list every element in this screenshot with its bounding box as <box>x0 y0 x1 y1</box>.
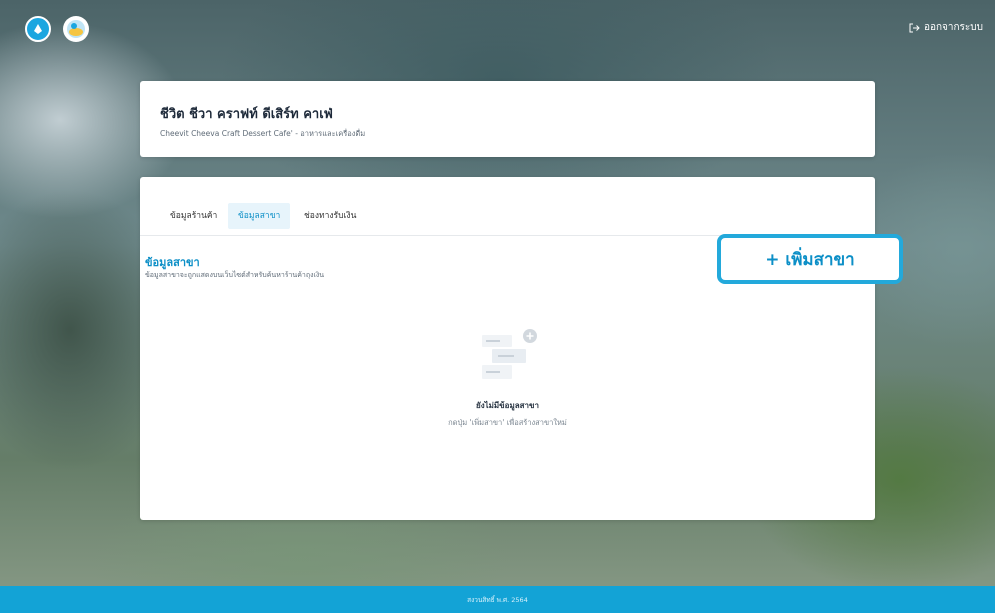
store-subtitle: Cheevit Cheeva Craft Dessert Cafe' - อาห… <box>160 129 366 138</box>
logout-button[interactable]: ออกจากระบบ <box>909 20 983 35</box>
logout-icon <box>909 23 920 32</box>
add-branch-button[interactable]: + เพิ่มสาขา <box>717 234 903 284</box>
bank-logo-icon <box>25 16 51 42</box>
store-info-card: ชีวิต ชีวา คราฟท์ ดีเสิร์ท คาเฟ่ Cheevit… <box>140 81 875 157</box>
footer-copyright: สงวนสิทธิ์ พ.ศ. 2564 <box>467 595 528 604</box>
empty-state-title: ยังไม่มีข้อมูลสาขา <box>476 401 539 410</box>
store-name: ชีวิต ชีวา คราฟท์ ดีเสิร์ท คาเฟ่ <box>160 107 333 122</box>
branch-card: ข้อมูลร้านค้า ข้อมูลสาขา ช่องทางรับเงิน … <box>140 177 875 520</box>
section-description: ข้อมูลสาขาจะถูกแสดงบนเว็บไซต์สำหรับค้นหา… <box>145 271 325 279</box>
empty-state-description: กดปุ่ม 'เพิ่มสาขา' เพื่อสร้างสาขาใหม่ <box>448 418 567 427</box>
tab-bar: ข้อมูลร้านค้า ข้อมูลสาขา ช่องทางรับเงิน <box>140 199 875 236</box>
tab-store-info[interactable]: ข้อมูลร้านค้า <box>160 203 227 229</box>
section-title: ข้อมูลสาขา <box>145 256 200 269</box>
empty-list-icon <box>482 329 537 379</box>
top-bar: ออกจากระบบ <box>0 0 995 62</box>
tab-branch-info[interactable]: ข้อมูลสาขา <box>228 203 291 229</box>
footer: สงวนสิทธิ์ พ.ศ. 2564 <box>0 586 995 613</box>
mascot-logo-icon <box>63 16 89 42</box>
logout-label: ออกจากระบบ <box>923 22 983 33</box>
tab-payment-channels[interactable]: ช่องทางรับเงิน <box>294 203 366 229</box>
